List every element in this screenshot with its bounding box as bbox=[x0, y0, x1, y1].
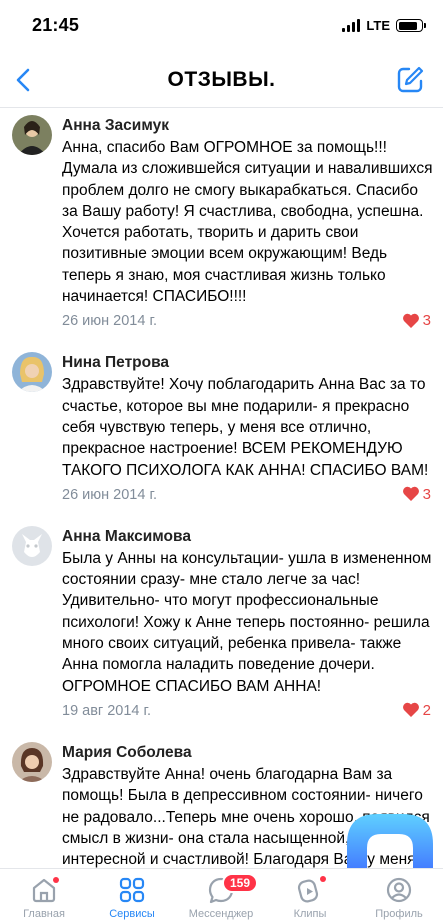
status-time: 21:45 bbox=[32, 15, 80, 35]
like-count: 3 bbox=[422, 485, 431, 503]
tab-label: Клипы bbox=[293, 908, 327, 920]
page-title: ОТЗЫВЫ. bbox=[167, 68, 276, 91]
review-author[interactable]: Анна Максимова bbox=[62, 527, 433, 547]
tab-messenger[interactable]: 159 Мессенджер bbox=[177, 873, 265, 920]
review-meta: 26 июн 2014 г. 3 bbox=[62, 481, 433, 519]
review-item: Нина Петрова Здравствуйте! Хочу поблагод… bbox=[0, 345, 443, 518]
compose-button[interactable] bbox=[395, 65, 425, 95]
services-grid-icon bbox=[117, 875, 147, 905]
battery-icon bbox=[396, 19, 426, 32]
avatar[interactable] bbox=[12, 741, 52, 782]
review-date: 26 июн 2014 г. bbox=[62, 313, 158, 330]
review-item: Анна Засимук Анна, спасибо Вам ОГРОМНОЕ … bbox=[0, 108, 443, 345]
bottom-tab-bar: Главная Сервисы 159 Мессенджер Клипы Про… bbox=[0, 868, 443, 920]
tab-label: Главная bbox=[23, 908, 65, 920]
review-item: Анна Максимова Была у Анны на консультац… bbox=[0, 519, 443, 735]
like-button[interactable]: 3 bbox=[402, 486, 431, 503]
unread-badge: 159 bbox=[222, 873, 259, 893]
nav-bar: ОТЗЫВЫ. bbox=[0, 52, 443, 108]
tab-label: Профиль bbox=[375, 908, 423, 920]
review-text: Здравствуйте! Хочу поблагодарить Анна Ва… bbox=[62, 376, 429, 479]
like-count: 2 bbox=[422, 701, 431, 719]
avatar[interactable] bbox=[12, 115, 52, 155]
status-indicators: LTE bbox=[342, 18, 426, 33]
tab-label: Сервисы bbox=[109, 908, 155, 920]
tab-clips[interactable]: Клипы bbox=[266, 875, 354, 920]
clips-icon bbox=[295, 875, 326, 905]
review-meta: 26 июн 2014 г. 3 bbox=[62, 307, 433, 345]
tab-profile[interactable]: Профиль bbox=[355, 875, 443, 920]
signal-icon bbox=[342, 19, 361, 32]
review-date: 19 авг 2014 г. bbox=[62, 702, 152, 719]
home-icon bbox=[29, 875, 59, 905]
status-bar: 21:45 LTE bbox=[0, 0, 443, 52]
heart-icon bbox=[402, 313, 419, 328]
review-meta: 19 авг 2014 г. 2 bbox=[62, 697, 433, 735]
reviews-feed[interactable]: Анна Засимук Анна, спасибо Вам ОГРОМНОЕ … bbox=[0, 108, 443, 868]
review-text: Была у Анны на консультации- ушла в изме… bbox=[62, 549, 432, 695]
review-author[interactable]: Мария Соболева bbox=[62, 743, 433, 763]
tab-home[interactable]: Главная bbox=[0, 875, 88, 920]
review-author[interactable]: Нина Петрова bbox=[62, 353, 433, 373]
review-date: 26 июн 2014 г. bbox=[62, 486, 158, 503]
profile-icon bbox=[384, 875, 414, 905]
like-count: 3 bbox=[422, 312, 431, 330]
messenger-icon: 159 bbox=[206, 873, 259, 905]
network-type: LTE bbox=[366, 18, 390, 33]
tab-label: Мессенджер bbox=[188, 908, 254, 920]
review-author[interactable]: Анна Засимук bbox=[62, 116, 433, 136]
battery-level bbox=[398, 21, 418, 30]
review-text: Анна, спасибо Вам ОГРОМНОЕ за помощь!!! … bbox=[62, 139, 433, 306]
avatar[interactable] bbox=[12, 352, 52, 393]
heart-icon bbox=[402, 703, 419, 718]
tab-services[interactable]: Сервисы bbox=[88, 875, 176, 920]
avatar[interactable] bbox=[12, 525, 52, 566]
compose-icon bbox=[397, 66, 424, 93]
like-button[interactable]: 2 bbox=[402, 702, 431, 719]
heart-icon bbox=[402, 487, 419, 502]
like-button[interactable]: 3 bbox=[402, 312, 431, 329]
